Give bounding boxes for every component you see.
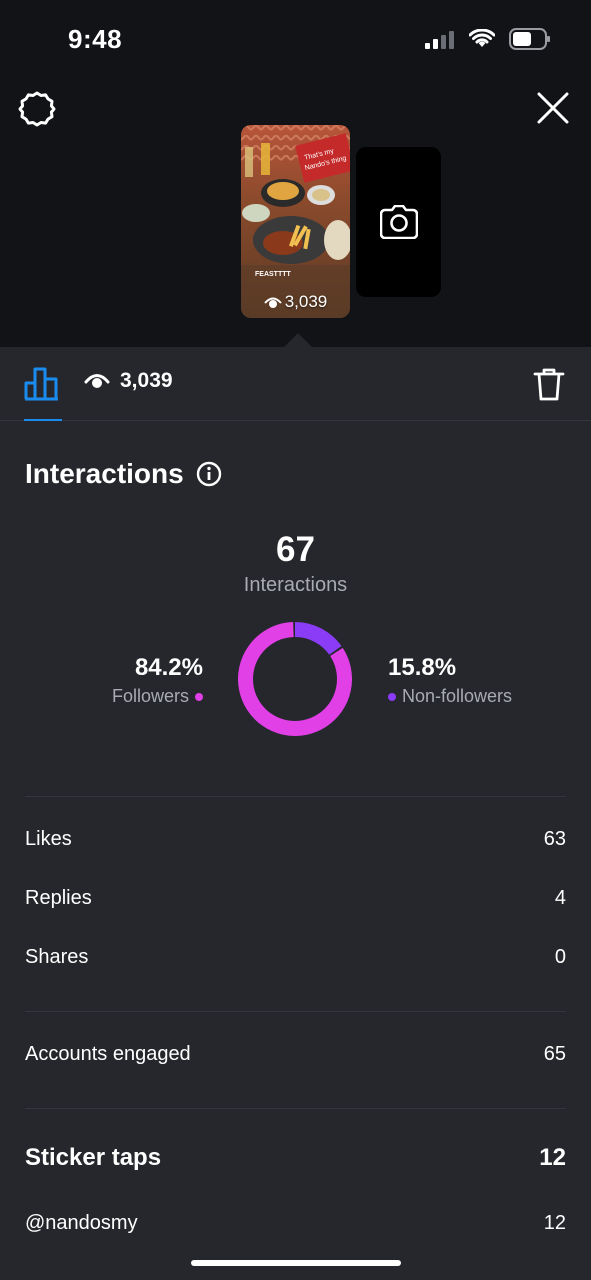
trash-icon — [533, 368, 565, 401]
story-header: 9:48 That's my Nando's thing FEASTTTT 3,… — [0, 0, 591, 347]
sticker-taps-value: 12 — [539, 1144, 566, 1171]
divider — [25, 1011, 566, 1012]
story-thumbnail[interactable]: That's my Nando's thing FEASTTTT 3,039 — [241, 125, 350, 318]
story-caption: FEASTTTT — [255, 271, 291, 278]
interactions-header: Interactions — [25, 458, 222, 490]
metric-value: 0 — [554, 946, 566, 968]
followers-label: Followers — [111, 686, 189, 706]
followers-percent: 84.2% — [134, 654, 203, 681]
interactions-total: 67 — [276, 530, 315, 569]
metric-value: 63 — [543, 828, 566, 850]
sticker-tap-label: @nandosmy — [25, 1212, 138, 1234]
tab-viewers[interactable]: 3,039 — [84, 369, 173, 393]
gear-icon — [18, 91, 56, 127]
metric-label: Replies — [25, 887, 92, 909]
divider — [25, 1108, 566, 1109]
non-followers-label: Non-followers — [402, 686, 513, 706]
battery-icon — [509, 28, 550, 50]
story-views-count: 3,039 — [284, 292, 328, 311]
tab-insights[interactable] — [24, 365, 62, 421]
metric-row-replies: Replies 4 — [25, 887, 566, 910]
status-time: 9:48 — [68, 24, 123, 54]
eye-icon — [84, 374, 110, 388]
settings-button[interactable] — [18, 90, 56, 128]
info-icon[interactable] — [196, 461, 222, 487]
close-icon — [537, 92, 569, 124]
status-icons — [425, 28, 551, 50]
metric-label: Likes — [25, 828, 72, 850]
followers-dot — [195, 692, 203, 701]
story-photo: That's my Nando's thing — [241, 125, 350, 318]
divider — [25, 796, 566, 797]
non-followers-percent: 15.8% — [388, 654, 457, 681]
sticker-tap-row[interactable]: @nandosmy 12 — [25, 1212, 566, 1235]
bar-chart-icon — [24, 367, 58, 401]
accounts-engaged-label: Accounts engaged — [25, 1043, 191, 1065]
active-tab-underline — [24, 419, 62, 421]
eye-icon — [263, 297, 282, 308]
followers-legend: 84.2% Followers — [112, 654, 203, 707]
non-followers-legend: 15.8% Non-followers — [388, 654, 512, 707]
add-story-card[interactable] — [356, 147, 441, 297]
delete-button[interactable] — [533, 367, 565, 401]
interactions-donut-chart — [238, 622, 352, 736]
accounts-engaged-value: 65 — [543, 1043, 566, 1065]
home-indicator[interactable] — [191, 1260, 401, 1266]
metric-value: 4 — [554, 887, 566, 909]
wifi-icon — [469, 29, 495, 47]
tab-views-count: 3,039 — [120, 369, 173, 392]
close-button[interactable] — [535, 90, 571, 126]
sticker-taps-header: Sticker taps 12 — [25, 1144, 566, 1172]
story-views: 3,039 — [241, 292, 350, 312]
interactions-total-label: Interactions — [243, 574, 348, 596]
metric-row-likes: Likes 63 — [25, 828, 566, 851]
section-title: Interactions — [25, 458, 184, 489]
sticker-tap-value: 12 — [543, 1212, 566, 1234]
accounts-engaged-row[interactable]: Accounts engaged 65 — [25, 1043, 566, 1066]
non-followers-dot — [388, 692, 396, 701]
sticker-taps-label: Sticker taps — [25, 1144, 162, 1171]
metric-label: Shares — [25, 946, 89, 968]
signal-icon — [425, 31, 454, 49]
insights-tabbar: 3,039 — [0, 347, 591, 421]
camera-icon — [379, 205, 418, 239]
selection-pointer — [284, 333, 312, 347]
metric-row-shares: Shares 0 — [25, 946, 566, 969]
